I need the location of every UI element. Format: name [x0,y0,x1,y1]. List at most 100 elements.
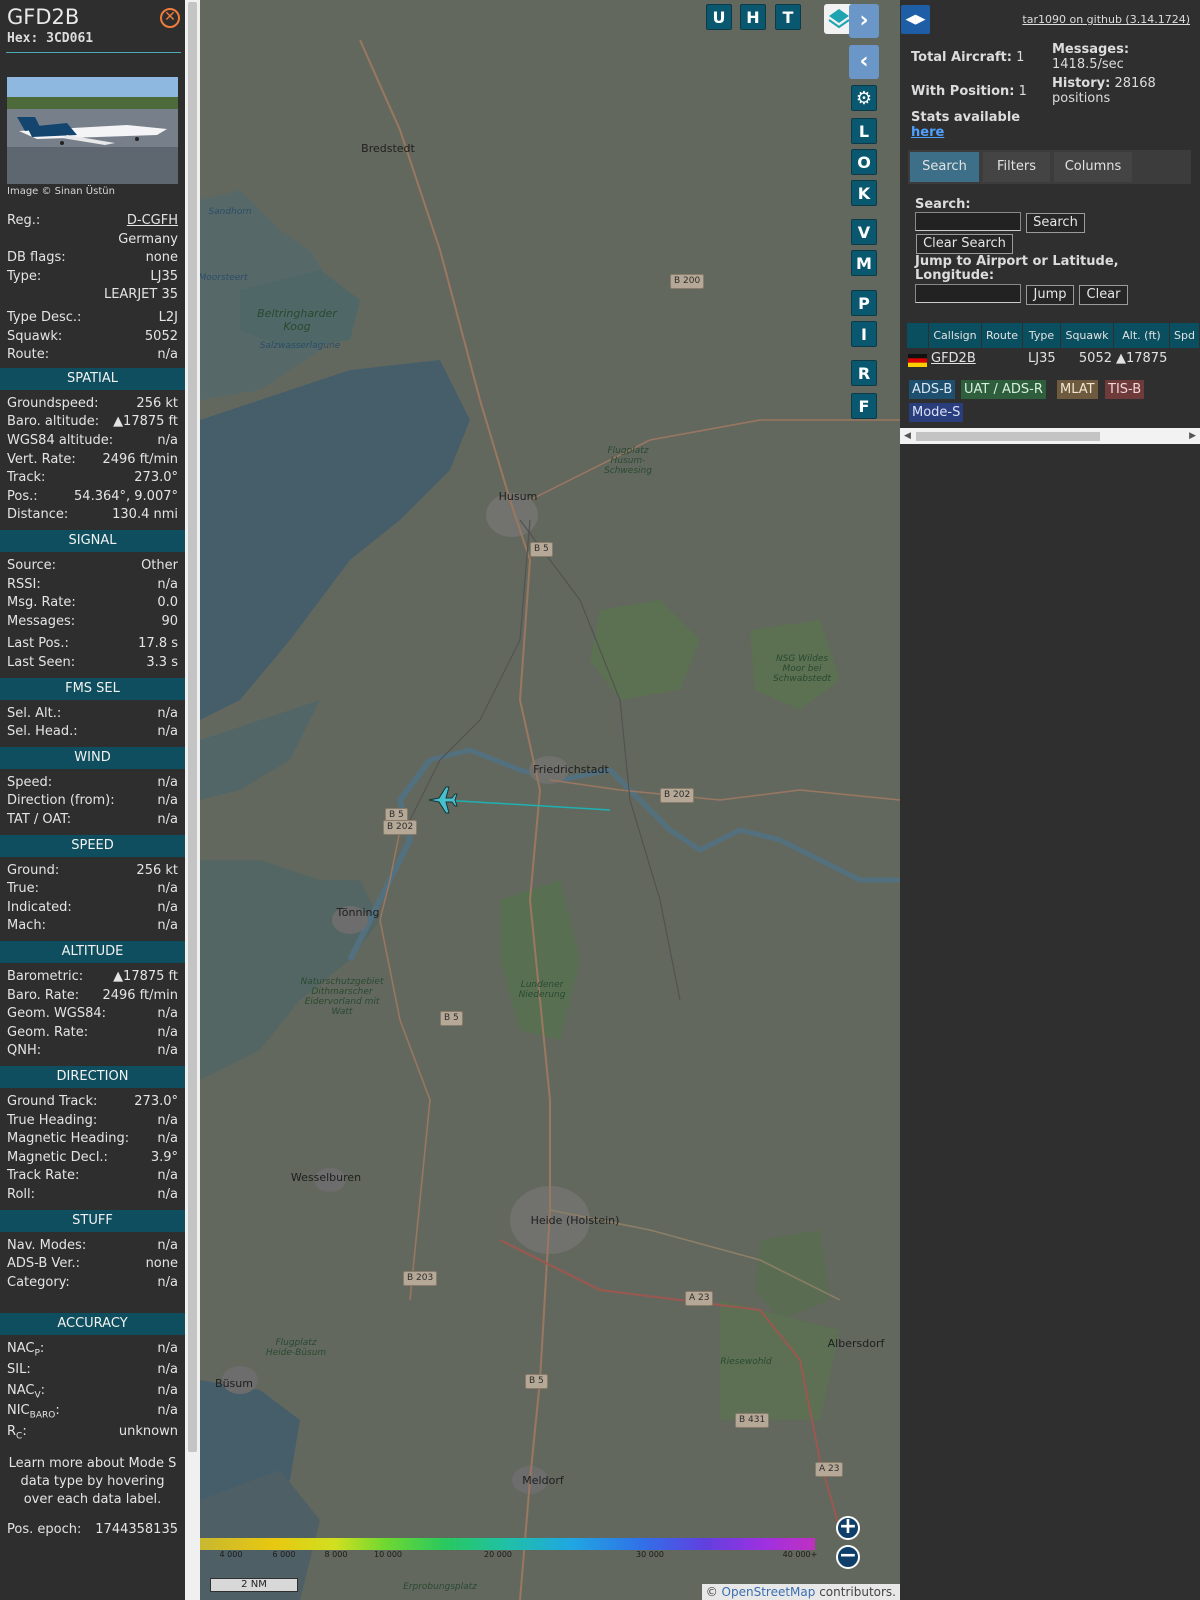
column-header-flag [907,323,929,348]
info-row-value: ▲17875 ft [113,969,178,984]
stats-here-link[interactable]: here [911,125,944,140]
info-row-label: Direction (from): [7,793,115,809]
info-row: Magnetic Decl.: 3.9° [7,1149,178,1167]
info-row-label: Route: [7,347,50,363]
clear-search-button[interactable]: Clear Search [916,234,1013,254]
github-link[interactable]: tar1090 on github (3.14.1724) [1022,13,1190,26]
map-place-label: Friedrichstadt [533,763,609,776]
map-button-k[interactable]: K [851,180,877,206]
map-button-p[interactable]: P [851,290,877,316]
info-row-value: 17.8 s [138,636,178,652]
column-header-speed[interactable]: Spd [1170,323,1200,348]
info-row-value: n/a [157,433,178,448]
pos-epoch-row: Pos. epoch: 1744358135 [7,1521,178,1539]
info-row-label: QNH: [7,1043,42,1059]
info-row-value[interactable]: D-CGFH [127,212,178,230]
jump-input[interactable] [915,284,1021,303]
tab-search[interactable]: Search [910,152,979,182]
map-button-o[interactable]: O [851,149,877,175]
info-row-value: n/a [157,793,178,809]
info-row: NICBARO: n/a [7,1402,178,1421]
info-row: Barometric: ▲17875 ft [7,968,178,986]
info-row-value: Germany [118,231,178,247]
tab-filters[interactable]: Filters [983,152,1050,182]
info-row: Category: n/a [7,1274,178,1292]
info-row: DB flags: none [7,249,178,267]
info-row-value: n/a [157,774,178,790]
clear-button[interactable]: Clear [1079,285,1128,305]
zoom-out-button[interactable]: − [836,1545,860,1569]
chevron-left-icon[interactable]: ‹ [849,45,879,79]
title-divider [6,52,181,53]
map-place-label: Albersdorf [827,1337,885,1350]
table-horizontal-scrollbar[interactable]: ◀ ▶ [900,428,1200,444]
map-place-label: Sandhorn [208,207,252,217]
section-header-signal: SIGNAL [0,530,185,552]
map-place-label: Meldorf [522,1474,564,1487]
info-row-label: Messages: [7,613,76,629]
map-button-f[interactable]: F [851,393,877,419]
map-button-t[interactable]: T [775,4,801,30]
map-button-l[interactable]: L [851,118,877,144]
column-header-squawk[interactable]: Squawk [1061,323,1114,348]
osm-link[interactable]: OpenStreetMap [722,1585,816,1599]
map-place-label: Naturschutzgebiet Dithmarscher Eidervorl… [300,977,384,1017]
map-button-i[interactable]: I [851,321,877,347]
attribution-suffix: contributors. [819,1585,896,1599]
column-header-route[interactable]: Route [982,323,1023,348]
info-row-label: Sel. Head.: [7,724,78,740]
info-panel-scrollbar[interactable] [185,0,200,1600]
info-row: Germany [7,231,178,249]
settings-gear-icon[interactable]: ⚙ [851,85,877,111]
road-shield: A 23 [685,1291,714,1306]
map-button-u[interactable]: U [706,4,732,30]
column-header-altitude[interactable]: Alt. (ft) [1114,323,1170,348]
info-row-value: n/a [157,1382,178,1398]
stats-available: Stats available here [911,110,1021,140]
road-shield: B 431 [735,1413,770,1428]
info-row-value: n/a [157,1112,178,1128]
search-input[interactable] [915,212,1021,231]
info-row-label: Pos.: [7,488,38,504]
info-row-value: 273.0° [134,1094,178,1109]
altitude-legend-tick: 4 000 [219,1550,243,1559]
zoom-in-button[interactable]: + [836,1516,860,1540]
info-row: Baro. Rate: 2496 ft/min [7,987,178,1005]
close-icon[interactable]: ✕ [160,8,180,28]
altitude-color-legend [200,1538,815,1550]
info-row: Route: n/a [7,346,178,364]
info-row-value: 3.9° [150,1149,178,1165]
tab-columns[interactable]: Columns [1054,152,1132,182]
info-row: Roll: n/a [7,1186,178,1204]
info-row-value: n/a [157,1131,178,1147]
search-label: Search: [915,197,971,212]
info-row-label: True: [7,881,39,897]
info-row: Msg. Rate: 0.0 [7,594,178,612]
section-header-accuracy: ACCURACY [0,1313,185,1336]
map-button-v[interactable]: V [851,219,877,245]
aircraft-photo[interactable] [7,77,178,184]
map-button-r[interactable]: R [851,360,877,386]
column-header-callsign[interactable]: Callsign [929,323,982,348]
toggle-sidebar-button[interactable]: ◀▶ [901,5,930,34]
info-row-label: DB flags: [7,250,66,266]
info-row: Ground Track: 273.0° [7,1093,178,1111]
row-callsign[interactable]: GFD2B [931,349,976,369]
map-button-m[interactable]: M [851,250,877,276]
info-row: NACP: n/a [7,1340,178,1359]
info-row: Direction (from): n/a [7,792,178,810]
panel-tabs: Search Filters Columns [908,150,1191,184]
info-row: Squawk: 5052 [7,328,178,346]
info-row-value: 2496 ft/min [102,987,178,1003]
column-header-type[interactable]: Type [1023,323,1061,348]
map-place-label: Flugplatz Heide-Büsum [265,1338,327,1358]
jump-label: Jump to Airport or Latitude, Longitude: [915,254,1119,283]
jump-button[interactable]: Jump [1026,285,1074,305]
search-button[interactable]: Search [1026,213,1085,233]
map-view[interactable]: Bredstedt Husum Friedrichstadt Tönning W… [200,0,900,1600]
map-place-label: Lundener Niederung [518,980,566,1000]
info-row-label: WGS84 altitude: [7,433,114,448]
section-header-altitude: ALTITUDE [0,941,185,963]
map-button-h[interactable]: H [740,4,766,30]
chevron-right-icon[interactable]: › [849,4,879,38]
